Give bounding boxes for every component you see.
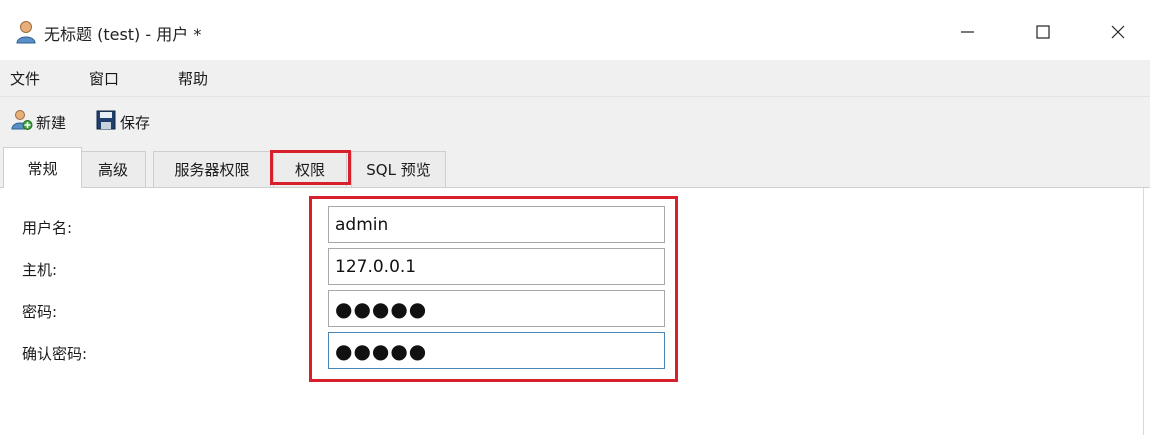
user-icon (15, 20, 37, 44)
tab-privileges[interactable]: 权限 (273, 151, 347, 187)
host-label: 主机: (22, 261, 58, 279)
confirm-password-label: 确认密码: (22, 345, 88, 363)
title-bar: 无标题 (test) - 用户 * (0, 0, 1150, 60)
host-field[interactable] (328, 248, 665, 285)
password-label: 密码: (22, 303, 58, 321)
tab-server-privileges[interactable]: 服务器权限 (153, 151, 271, 187)
menu-help[interactable]: 帮助 (178, 68, 208, 89)
maximize-icon (1035, 24, 1051, 40)
close-icon (1110, 24, 1126, 40)
menu-bar: 文件 窗口 帮助 (0, 60, 1150, 97)
new-button[interactable]: 新建 (11, 110, 66, 134)
new-button-label: 新建 (36, 113, 67, 132)
save-button[interactable]: 保存 (95, 110, 150, 134)
password-field[interactable] (328, 290, 665, 327)
minimize-button[interactable] (944, 12, 990, 52)
maximize-button[interactable] (1020, 12, 1066, 52)
save-icon (95, 109, 120, 135)
save-button-label: 保存 (120, 113, 151, 132)
tab-strip: 常规 高级 服务器权限 权限 SQL 预览 (0, 147, 1150, 188)
tab-advanced[interactable]: 高级 (80, 151, 146, 187)
username-field[interactable] (328, 206, 665, 243)
toolbar: 新建 保存 (0, 97, 1150, 147)
panel-edge (1143, 188, 1144, 435)
tab-general[interactable]: 常规 (3, 147, 82, 188)
confirm-password-field[interactable] (328, 332, 665, 369)
minimize-icon (959, 24, 975, 40)
window-title: 无标题 (test) - 用户 * (44, 25, 202, 44)
username-label: 用户名: (22, 219, 73, 237)
tab-sql-preview[interactable]: SQL 预览 (351, 151, 446, 187)
new-user-icon (11, 109, 36, 135)
menu-window[interactable]: 窗口 (89, 68, 119, 89)
close-button[interactable] (1095, 12, 1141, 52)
menu-file[interactable]: 文件 (10, 68, 40, 89)
